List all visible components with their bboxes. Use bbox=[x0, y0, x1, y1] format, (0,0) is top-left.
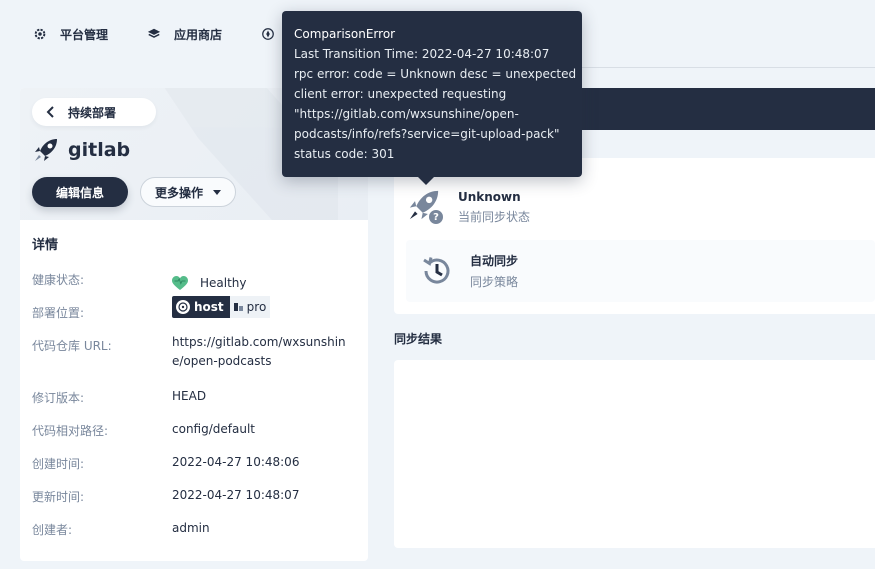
detail-row-revision: 修订版本: HEAD bbox=[32, 385, 356, 418]
kubernetes-icon bbox=[176, 300, 190, 314]
detail-label: 更新时间: bbox=[32, 490, 85, 504]
sync-result-panel bbox=[394, 360, 875, 548]
tooltip-line: client error: unexpected requesting bbox=[294, 87, 507, 101]
nav-platform-management[interactable]: 平台管理 bbox=[32, 26, 108, 43]
caret-down-icon bbox=[213, 189, 221, 195]
tooltip-arrow bbox=[418, 177, 434, 185]
sync-policy-label: 同步策略 bbox=[470, 275, 519, 289]
status-panel: ? Unknown 当前同步状态 自动同步 同步策略 bbox=[394, 158, 875, 314]
detail-row-updated: 更新时间: 2022-04-27 10:48:07 bbox=[32, 484, 356, 517]
detail-label: 健康状态: bbox=[32, 273, 85, 287]
detail-value: 2022-04-27 10:48:07 bbox=[172, 488, 300, 502]
edit-info-button[interactable]: 编辑信息 bbox=[32, 177, 128, 207]
tooltip-line: status code: 301 bbox=[294, 147, 395, 161]
detail-label: 创建时间: bbox=[32, 457, 85, 471]
repo-url-value: https://gitlab.com/wxsunshine/open-podca… bbox=[172, 335, 346, 368]
more-actions-button[interactable]: 更多操作 bbox=[140, 177, 236, 207]
sync-status-value: Unknown bbox=[458, 189, 521, 204]
detail-value: config/default bbox=[172, 422, 255, 436]
back-label: 持续部署 bbox=[68, 105, 117, 120]
app-title: gitlab bbox=[32, 136, 130, 164]
namespace-name: pro bbox=[246, 299, 267, 314]
rocket-icon bbox=[35, 139, 57, 161]
app-name: gitlab bbox=[68, 139, 131, 161]
detail-row-created: 创建时间: 2022-04-27 10:48:06 bbox=[32, 451, 356, 484]
resource-tabs-bar bbox=[570, 88, 875, 130]
sync-policy-text: 自动同步 同步策略 bbox=[470, 252, 518, 290]
detail-value: HEAD bbox=[172, 389, 207, 403]
sync-status: ? Unknown 当前同步状态 bbox=[406, 178, 875, 236]
chevron-left-icon bbox=[44, 105, 58, 119]
tooltip-line: podcasts/info/refs?service=git-upload-pa… bbox=[294, 127, 560, 141]
details-title: 详情 bbox=[32, 238, 59, 253]
sync-policy-value: 自动同步 bbox=[470, 254, 519, 268]
detail-row-repo: 代码仓库 URL: https://gitlab.com/wxsunshine/… bbox=[32, 333, 356, 385]
detail-row-path: 代码相对路径: config/default bbox=[32, 418, 356, 451]
sync-status-text: Unknown 当前同步状态 bbox=[458, 190, 530, 225]
detail-label: 代码仓库 URL: bbox=[32, 339, 112, 353]
compass-icon bbox=[260, 26, 276, 42]
namespace-icon bbox=[233, 303, 243, 311]
tooltip-line: Last Transition Time: 2022-04-27 10:48:0… bbox=[294, 47, 550, 61]
detail-value: 2022-04-27 10:48:06 bbox=[172, 455, 300, 469]
detail-value: admin bbox=[172, 521, 210, 535]
heart-icon bbox=[172, 276, 188, 290]
nav-app-store[interactable]: 应用商店 bbox=[146, 26, 222, 43]
detail-value: host pro bbox=[172, 296, 356, 333]
history-clock-icon bbox=[423, 257, 450, 284]
question-badge-icon: ? bbox=[428, 209, 444, 225]
namespace-tag: pro bbox=[229, 296, 271, 318]
tooltip-line: rpc error: code = Unknown desc = unexpec… bbox=[294, 67, 577, 81]
cluster-name: host bbox=[194, 299, 224, 314]
sync-status-icon: ? bbox=[406, 187, 446, 227]
detail-row-creator: 创建者: admin bbox=[32, 517, 356, 550]
detail-label: 部署位置: bbox=[32, 306, 85, 320]
location-tag: host pro bbox=[172, 296, 356, 318]
nav-item-label: 平台管理 bbox=[60, 27, 109, 42]
more-actions-label: 更多操作 bbox=[154, 185, 203, 200]
stack-icon bbox=[146, 26, 162, 42]
sync-result-title: 同步结果 bbox=[394, 332, 443, 346]
health-value: Healthy bbox=[200, 276, 247, 290]
detail-row-location: 部署位置: host pro bbox=[32, 296, 356, 333]
tooltip-line: "https://gitlab.com/wxsunshine/open- bbox=[294, 107, 519, 121]
detail-label: 修订版本: bbox=[32, 391, 85, 405]
error-tooltip: ComparisonError Last Transition Time: 20… bbox=[282, 11, 582, 185]
details-section: 详情 健康状态: Healthy 部署位置: host pro 代码仓库 URL… bbox=[20, 220, 368, 550]
detail-label: 创建者: bbox=[32, 523, 73, 537]
cluster-tag: host bbox=[172, 296, 230, 318]
gear-icon bbox=[32, 26, 48, 42]
nav-item-label: 应用商店 bbox=[174, 27, 223, 42]
sync-status-label: 当前同步状态 bbox=[458, 209, 531, 224]
sync-policy: 自动同步 同步策略 bbox=[406, 240, 875, 302]
detail-label: 代码相对路径: bbox=[32, 424, 109, 438]
back-button[interactable]: 持续部署 bbox=[32, 98, 156, 126]
tooltip-title: ComparisonError bbox=[294, 27, 396, 41]
